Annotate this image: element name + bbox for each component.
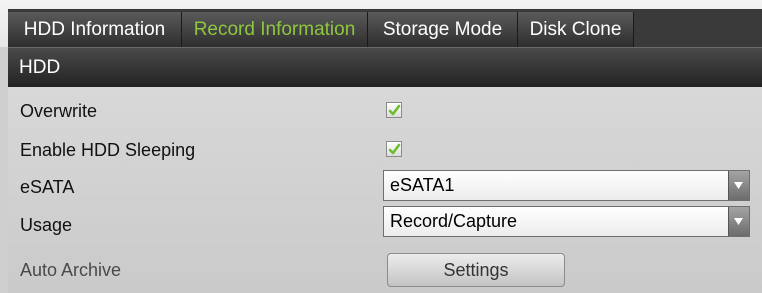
usage-label: Usage xyxy=(20,215,73,235)
esata-select-value: eSATA1 xyxy=(390,175,455,195)
usage-select-value: Record/Capture xyxy=(390,211,518,231)
section-title: HDD xyxy=(19,57,61,78)
overwrite-label: Overwrite xyxy=(20,101,98,121)
settings-panel: Overwrite Enable HDD Sleeping eSATA eSAT… xyxy=(8,87,762,293)
auto-archive-settings-button[interactable]: Settings xyxy=(387,253,565,287)
usage-select[interactable]: Record/Capture xyxy=(383,206,750,237)
overwrite-checkbox[interactable] xyxy=(386,102,402,118)
tab-storage-mode[interactable]: Storage Mode xyxy=(368,12,518,47)
section-header: HDD xyxy=(8,47,762,87)
tab-hdd-information[interactable]: HDD Information xyxy=(8,12,182,47)
esata-select[interactable]: eSATA1 xyxy=(383,170,750,201)
esata-label: eSATA xyxy=(20,177,75,197)
hdd-sleeping-checkbox[interactable] xyxy=(386,141,402,157)
auto-archive-label: Auto Archive xyxy=(20,260,122,280)
hdd-sleeping-label: Enable HDD Sleeping xyxy=(20,140,196,160)
tab-record-information[interactable]: Record Information xyxy=(182,12,368,47)
dropdown-arrow-icon[interactable] xyxy=(728,207,749,236)
checkmark-icon xyxy=(388,143,401,155)
checkmark-icon xyxy=(388,104,401,116)
dropdown-arrow-icon[interactable] xyxy=(728,171,749,200)
tab-disk-clone[interactable]: Disk Clone xyxy=(518,12,634,47)
